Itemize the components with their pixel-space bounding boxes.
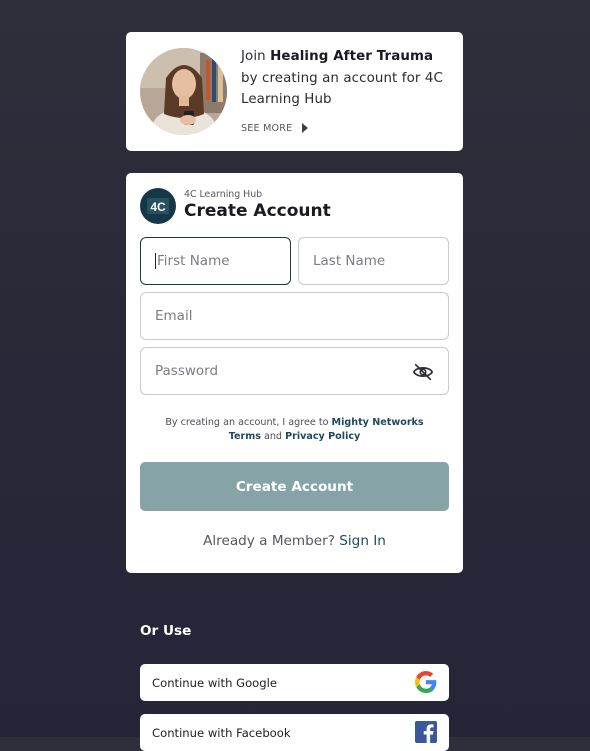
already-member-row: Already a Member? Sign In [140, 533, 449, 549]
first-name-field[interactable]: First Name [140, 237, 291, 285]
continue-with-google-button[interactable]: Continue with Google [140, 664, 449, 701]
promo-join-suffix: by creating an account for 4C Learning H… [241, 70, 443, 108]
text-cursor [155, 253, 156, 269]
password-placeholder: Password [155, 363, 219, 379]
see-more-button[interactable]: SEE MORE [241, 121, 309, 135]
continue-with-facebook-button[interactable]: Continue with Facebook [140, 714, 449, 751]
promo-card: Join Healing After Trauma by creating an… [126, 32, 463, 151]
facebook-button-label: Continue with Facebook [152, 725, 291, 740]
or-use-heading: Or Use [140, 623, 192, 639]
see-more-label: SEE MORE [241, 122, 293, 134]
email-field[interactable]: Email [140, 292, 449, 340]
terms-link-part-1[interactable]: Mighty Networks [332, 417, 424, 428]
network-name: 4C Learning Hub [184, 189, 263, 200]
network-logo: 4C [140, 188, 176, 224]
first-name-placeholder: First Name [157, 253, 230, 269]
member-prompt: Already a Member? [203, 533, 335, 549]
promo-message: Join Healing After Trauma by creating an… [241, 46, 451, 111]
privacy-policy-link[interactable]: Privacy Policy [285, 431, 360, 442]
consent-and: and [263, 431, 283, 442]
consent-text: By creating an account, I agree to Might… [140, 416, 449, 444]
create-account-card: 4C 4C Learning Hub Create Account First … [126, 173, 463, 573]
host-avatar [140, 48, 227, 135]
google-button-label: Continue with Google [152, 675, 277, 690]
password-field[interactable]: Password [140, 347, 449, 395]
form-title: Create Account [184, 201, 331, 221]
play-caret-icon [302, 123, 309, 133]
network-logo-text: 4C [150, 200, 166, 214]
promo-network-name: Healing After Trauma [270, 49, 434, 64]
google-icon [415, 671, 437, 693]
eye-off-icon[interactable] [412, 361, 434, 383]
create-account-button[interactable]: Create Account [140, 462, 449, 511]
last-name-field[interactable]: Last Name [298, 237, 449, 285]
promo-join-prefix: Join [241, 49, 266, 64]
sign-in-link[interactable]: Sign In [339, 533, 386, 549]
consent-prefix: By creating an account, I agree to [165, 417, 329, 428]
email-placeholder: Email [155, 308, 193, 324]
facebook-icon [415, 721, 437, 743]
terms-link-part-2[interactable]: Terms [229, 431, 261, 442]
last-name-placeholder: Last Name [313, 253, 386, 269]
